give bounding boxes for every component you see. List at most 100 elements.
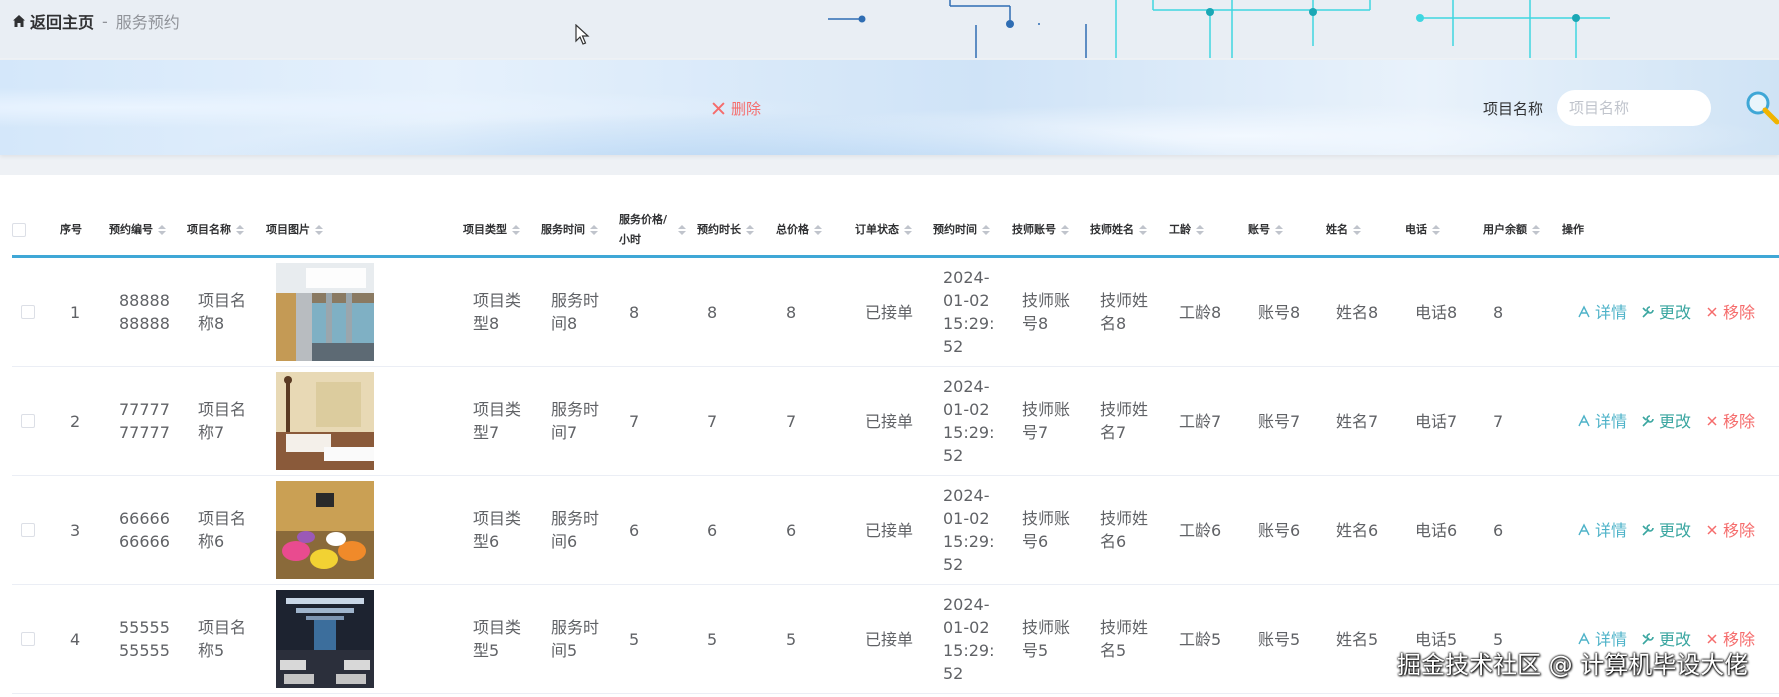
booking-table-panel: 序号 预约编号 项目名称 项目图片 项目类型 服务时间 服务价格/小时 预约时长…	[0, 175, 1779, 697]
back-home-link[interactable]: 返回主页	[30, 9, 94, 33]
cell-duration: 5	[707, 629, 718, 649]
cell-booking-time: 2024-01-02 15:29:52	[943, 486, 995, 574]
delete-button[interactable]: 删除	[712, 98, 761, 119]
col-header[interactable]: 总价格	[776, 205, 822, 255]
cell-seniority: 工龄7	[1179, 411, 1222, 431]
row-checkbox[interactable]	[21, 367, 35, 475]
sort-icon[interactable]	[814, 225, 822, 235]
search-label: 项目名称	[1483, 100, 1544, 118]
remove-button[interactable]: 移除	[1705, 410, 1755, 433]
watermark: 掘金技术社区 @ 计算机毕设大佬	[1397, 651, 1749, 679]
wrench-icon	[1642, 524, 1654, 536]
cell-booking-no: 5555555555	[119, 618, 170, 660]
edit-button[interactable]: 更改	[1641, 519, 1691, 542]
col-header[interactable]: 账号	[1248, 205, 1283, 255]
sort-icon[interactable]	[1139, 225, 1147, 235]
breadcrumb: 返回主页 - 服务预约	[12, 10, 180, 32]
sort-icon[interactable]	[1196, 225, 1204, 235]
home-icon	[13, 15, 25, 27]
cell-price: 7	[629, 411, 640, 431]
row-actions: 详情 更改 移除	[1577, 367, 1769, 475]
select-all-checkbox[interactable]	[12, 205, 26, 255]
cell-tech-name: 技师姓名8	[1100, 291, 1149, 333]
col-header[interactable]: 项目名称	[187, 205, 244, 255]
col-header[interactable]: 订单状态	[855, 205, 912, 255]
wrench-icon	[1642, 633, 1654, 645]
top-bar: 返回主页 - 服务预约	[0, 0, 1779, 58]
cell-duration: 8	[707, 302, 718, 322]
cell-tech-account: 技师账号5	[1022, 618, 1071, 660]
detail-button[interactable]: 详情	[1577, 519, 1627, 542]
cell-phone: 电话8	[1415, 302, 1458, 322]
search-icon[interactable]	[1744, 89, 1779, 125]
circuit-decoration	[828, 0, 1610, 58]
project-name-search-input[interactable]	[1557, 90, 1711, 126]
detail-icon	[1578, 305, 1590, 318]
project-image	[276, 263, 374, 361]
cell-service-time: 服务时间6	[551, 509, 600, 551]
cell-project-type: 项目类型8	[473, 291, 522, 333]
col-header[interactable]: 预约编号	[109, 205, 166, 255]
col-header[interactable]: 预约时长	[697, 205, 754, 255]
cell-booking-no: 8888888888	[119, 291, 170, 333]
cell-seniority: 工龄8	[1179, 302, 1222, 322]
sort-icon[interactable]	[315, 225, 323, 235]
col-header[interactable]: 技师账号	[1012, 205, 1069, 255]
sort-icon[interactable]	[982, 225, 990, 235]
cell-price: 5	[629, 629, 640, 649]
cell-price: 8	[629, 302, 640, 322]
col-header[interactable]: 项目图片	[266, 205, 323, 255]
sort-icon[interactable]	[746, 225, 754, 235]
sort-icon[interactable]	[1275, 225, 1283, 235]
col-header[interactable]: 姓名	[1326, 205, 1361, 255]
sort-icon[interactable]	[1532, 225, 1540, 235]
edit-button[interactable]: 更改	[1641, 410, 1691, 433]
cell-status: 已接单	[865, 411, 914, 431]
col-header: 序号	[60, 223, 82, 236]
col-header[interactable]: 用户余额	[1483, 205, 1540, 255]
col-header[interactable]: 预约时间	[933, 205, 990, 255]
cell-account: 账号7	[1258, 411, 1301, 431]
row-checkbox[interactable]	[21, 585, 35, 693]
wrench-icon	[1642, 306, 1654, 318]
cell-duration: 6	[707, 520, 718, 540]
col-header[interactable]: 服务价格/小时	[619, 205, 686, 255]
row-checkbox[interactable]	[21, 258, 35, 366]
cell-duration: 7	[707, 411, 718, 431]
sort-icon[interactable]	[678, 225, 686, 235]
col-header[interactable]: 技师姓名	[1090, 205, 1147, 255]
cell-booking-no: 6666666666	[119, 509, 170, 551]
sort-icon[interactable]	[236, 225, 244, 235]
close-icon	[1707, 416, 1717, 426]
table-row: 3 6666666666 项目名称6 项目类型6 服务时间6 6 6 6 已接单…	[12, 476, 1779, 585]
cell-phone: 电话7	[1415, 411, 1458, 431]
sort-icon[interactable]	[904, 225, 912, 235]
edit-button[interactable]: 更改	[1641, 301, 1691, 324]
detail-button[interactable]: 详情	[1577, 301, 1627, 324]
cell-total: 6	[786, 520, 797, 540]
row-checkbox[interactable]	[21, 476, 35, 584]
remove-button[interactable]: 移除	[1705, 301, 1755, 324]
toolbar-banner: 删除 项目名称	[0, 60, 1779, 155]
col-header[interactable]: 电话	[1405, 205, 1440, 255]
remove-button[interactable]: 移除	[1705, 519, 1755, 542]
cell-total: 7	[786, 411, 797, 431]
sort-icon[interactable]	[512, 225, 520, 235]
row-actions: 详情 更改 移除	[1577, 476, 1769, 584]
sort-icon[interactable]	[158, 225, 166, 235]
sort-icon[interactable]	[590, 225, 598, 235]
cell-status: 已接单	[865, 302, 914, 322]
sort-icon[interactable]	[1432, 225, 1440, 235]
cell-booking-no: 7777777777	[119, 400, 170, 442]
col-header[interactable]: 服务时间	[541, 205, 598, 255]
cell-status: 已接单	[865, 629, 914, 649]
cell-index: 2	[70, 411, 81, 431]
col-header[interactable]: 工龄	[1169, 205, 1204, 255]
cell-tech-account: 技师账号8	[1022, 291, 1071, 333]
sort-icon[interactable]	[1061, 225, 1069, 235]
detail-button[interactable]: 详情	[1577, 410, 1627, 433]
sort-icon[interactable]	[1353, 225, 1361, 235]
col-header[interactable]: 项目类型	[463, 205, 520, 255]
cell-balance: 7	[1493, 411, 1504, 431]
cell-tech-name: 技师姓名7	[1100, 400, 1149, 442]
